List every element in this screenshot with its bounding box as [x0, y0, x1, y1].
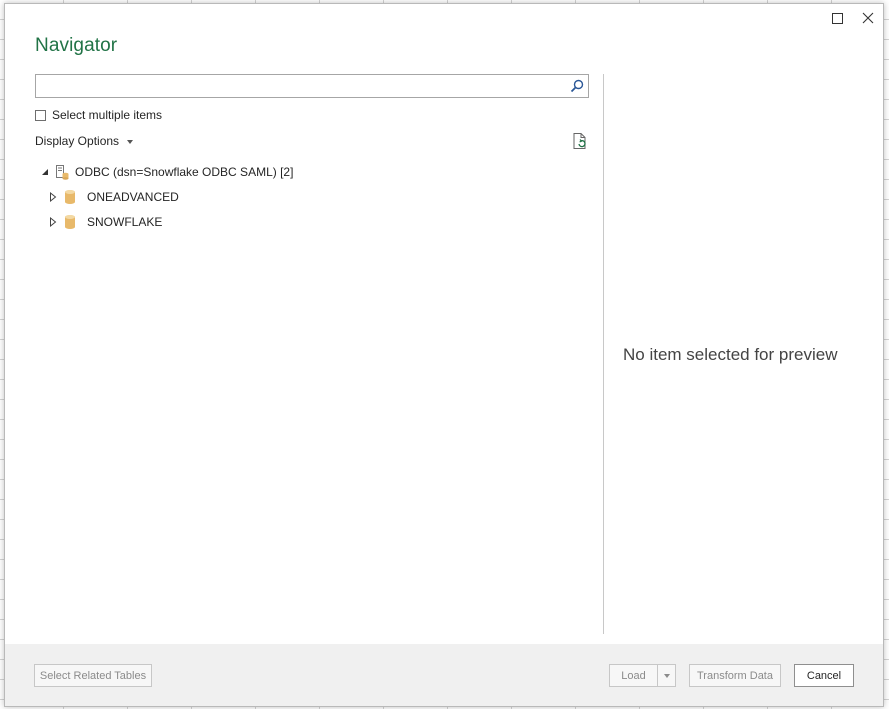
tree-node-oneadvanced[interactable]: ONEADVANCED	[47, 187, 179, 207]
load-dropdown-button[interactable]	[657, 664, 676, 687]
select-multiple-checkbox[interactable]	[35, 109, 46, 121]
tree-node-snowflake[interactable]: SNOWFLAKE	[47, 212, 162, 232]
transform-data-button[interactable]: Transform Data	[689, 664, 781, 687]
navigator-dialog: Navigator Select multiple items Display …	[4, 3, 884, 707]
expanded-arrow-icon[interactable]	[39, 166, 51, 178]
select-multiple-items[interactable]: Select multiple items	[35, 108, 162, 122]
display-options-label: Display Options	[35, 134, 120, 148]
collapsed-arrow-icon[interactable]	[47, 191, 59, 203]
dialog-footer: Select Related Tables Load Transform Dat…	[5, 644, 883, 706]
select-multiple-label: Select multiple items	[52, 108, 163, 122]
load-button[interactable]: Load	[609, 664, 657, 687]
close-button[interactable]	[858, 8, 878, 28]
tree-label-odbc: ODBC (dsn=Snowflake ODBC SAML) [2]	[75, 165, 294, 179]
pane-divider[interactable]	[603, 74, 604, 634]
tree-label-oneadvanced: ONEADVANCED	[87, 190, 179, 204]
database-icon	[65, 190, 75, 204]
tree-node-odbc[interactable]: ODBC (dsn=Snowflake ODBC SAML) [2]	[39, 162, 293, 182]
cancel-button[interactable]: Cancel	[794, 664, 854, 687]
caret-down-icon	[663, 673, 670, 678]
search-input[interactable]	[36, 75, 556, 97]
select-related-tables-button[interactable]: Select Related Tables	[34, 664, 152, 687]
caret-down-icon	[127, 139, 134, 144]
dialog-title: Navigator	[35, 35, 118, 56]
collapsed-arrow-icon[interactable]	[47, 216, 59, 228]
display-options-dropdown[interactable]: Display Options	[35, 134, 134, 148]
tree-label-snowflake: SNOWFLAKE	[87, 215, 163, 229]
odbc-server-icon	[56, 165, 69, 180]
search-box[interactable]	[35, 74, 589, 98]
maximize-button[interactable]	[827, 8, 847, 28]
maximize-icon	[831, 12, 843, 24]
search-icon[interactable]	[570, 79, 584, 93]
refresh-document-icon[interactable]	[571, 132, 589, 150]
database-icon	[65, 215, 75, 229]
preview-message: No item selected for preview	[623, 345, 838, 364]
close-icon	[862, 12, 874, 24]
